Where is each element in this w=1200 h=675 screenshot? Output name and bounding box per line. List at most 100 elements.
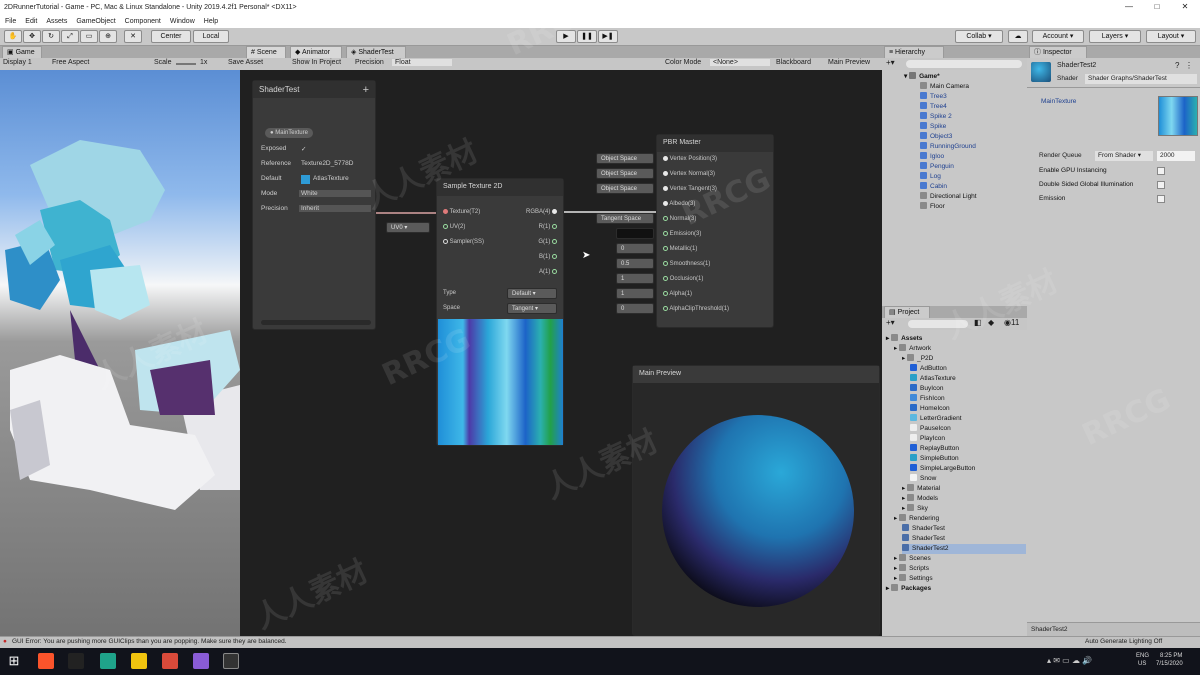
- hierarchy-item[interactable]: Main Camera: [920, 82, 969, 92]
- project-folder[interactable]: ▸ Scenes: [894, 554, 931, 564]
- output-port-rgba[interactable]: RGBA(4): [526, 209, 557, 215]
- texture-slot[interactable]: [1158, 96, 1198, 136]
- master-input-port[interactable]: Vertex Normal(3): [663, 171, 715, 177]
- pbr-master-node[interactable]: PBR Master Vertex Position(3) Vertex Nor…: [656, 134, 774, 328]
- tab-game[interactable]: ▣ Game: [2, 46, 42, 58]
- shader-dropdown[interactable]: Shader Graphs/ShaderTest: [1085, 74, 1197, 84]
- menu-window[interactable]: Window: [170, 18, 195, 25]
- tab-scene[interactable]: # Scene: [246, 46, 286, 58]
- emission-color-field[interactable]: [616, 228, 654, 239]
- shader-graph-canvas[interactable]: ShaderTest + ● MainTexture Exposed ✓ Refe…: [240, 70, 882, 636]
- tab-animator[interactable]: ◆ Animator: [290, 46, 342, 58]
- rect-tool-icon[interactable]: ▭: [80, 30, 98, 43]
- pivot-center-toggle[interactable]: Center: [151, 30, 191, 43]
- option-checkbox[interactable]: [1157, 167, 1165, 175]
- menu-file[interactable]: File: [5, 18, 16, 25]
- project-asset[interactable]: SimpleLargeButton: [910, 464, 975, 474]
- label-icon[interactable]: ◆: [988, 318, 994, 327]
- maximize-button[interactable]: □: [1143, 0, 1171, 14]
- master-input-port[interactable]: Smoothness(1): [663, 261, 710, 267]
- output-port-b[interactable]: B(1): [539, 254, 557, 260]
- layers-dropdown[interactable]: Layers ▾: [1089, 30, 1141, 43]
- terminal-icon[interactable]: [68, 653, 84, 669]
- hierarchy-item[interactable]: Spike: [920, 122, 946, 132]
- hierarchy-item[interactable]: Tree4: [920, 102, 947, 112]
- add-property-icon[interactable]: +: [363, 84, 369, 96]
- snipping-tool-icon[interactable]: [162, 653, 178, 669]
- blackboard-scrollbar[interactable]: [261, 320, 371, 325]
- output-port-r[interactable]: R(1): [539, 224, 557, 230]
- tab-inspector[interactable]: ⓘ Inspector: [1029, 46, 1087, 58]
- master-input-port[interactable]: Vertex Position(3): [663, 156, 717, 162]
- filter-icon[interactable]: ◧: [974, 318, 982, 327]
- default-texture-field[interactable]: AtlasTexture: [313, 175, 349, 182]
- hierarchy-item[interactable]: Spike 2: [920, 112, 952, 122]
- visual-studio-icon[interactable]: [193, 653, 209, 669]
- language-indicator[interactable]: ENG: [1136, 653, 1149, 659]
- clock-time[interactable]: 8:25 PM: [1160, 653, 1182, 659]
- account-dropdown[interactable]: Account ▾: [1032, 30, 1084, 43]
- hierarchy-item[interactable]: RunningGround: [920, 142, 976, 152]
- precision-setting-dropdown[interactable]: Inherit: [299, 205, 371, 212]
- master-input-port[interactable]: Vertex Tangent(3): [663, 186, 717, 192]
- minimize-button[interactable]: —: [1115, 0, 1143, 14]
- menu-edit[interactable]: Edit: [25, 18, 37, 25]
- project-asset[interactable]: ShaderTest2: [902, 544, 1026, 554]
- game-viewport[interactable]: [0, 70, 240, 636]
- pause-button[interactable]: ❚❚: [577, 30, 597, 43]
- display-dropdown[interactable]: Display 1: [3, 59, 32, 66]
- hierarchy-item[interactable]: Floor: [920, 202, 945, 212]
- project-search-input[interactable]: [908, 320, 968, 328]
- hierarchy-item[interactable]: Igloo: [920, 152, 944, 162]
- project-folder[interactable]: ▸ Scripts: [894, 564, 929, 574]
- master-input-field[interactable]: Tangent Space: [596, 213, 654, 224]
- hierarchy-item[interactable]: Directional Light: [920, 192, 977, 202]
- master-input-port[interactable]: Alpha(1): [663, 291, 692, 297]
- render-queue-input[interactable]: 2000: [1157, 151, 1195, 161]
- sample-texture-2d-node[interactable]: Sample Texture 2D Texture(T2) UV(2) Samp…: [436, 178, 564, 446]
- pivot-local-toggle[interactable]: Local: [193, 30, 229, 43]
- layout-dropdown[interactable]: Layout ▾: [1146, 30, 1196, 43]
- cloud-icon[interactable]: ☁: [1008, 30, 1028, 43]
- menu-component[interactable]: Component: [125, 18, 161, 25]
- brave-browser-icon[interactable]: [38, 653, 54, 669]
- custom-tool-icon[interactable]: ✕: [124, 30, 142, 43]
- master-input-field[interactable]: 1: [616, 288, 654, 299]
- hidden-count-icon[interactable]: ◉11: [1004, 318, 1019, 327]
- project-asset[interactable]: Snow: [910, 474, 936, 484]
- step-button[interactable]: ▶❚: [598, 30, 618, 43]
- master-input-field[interactable]: 0.5: [616, 258, 654, 269]
- unity-hub-icon[interactable]: [100, 653, 116, 669]
- aspect-dropdown[interactable]: Free Aspect: [52, 59, 89, 66]
- hierarchy-item[interactable]: Cabin: [920, 182, 947, 192]
- transform-tool-icon[interactable]: ⊕: [99, 30, 117, 43]
- rotate-tool-icon[interactable]: ↻: [42, 30, 60, 43]
- output-port-a[interactable]: A(1): [539, 269, 557, 275]
- project-folder[interactable]: ▸ Artwork: [894, 344, 931, 354]
- hierarchy-item[interactable]: Object3: [920, 132, 952, 142]
- project-asset[interactable]: ShaderTest: [902, 524, 945, 534]
- type-dropdown[interactable]: Default ▾: [507, 288, 557, 299]
- create-icon[interactable]: +▾: [886, 58, 895, 67]
- hand-tool-icon[interactable]: ✋: [4, 30, 22, 43]
- project-asset[interactable]: AtlasTexture: [910, 374, 956, 384]
- scene-root[interactable]: ▾ Game*: [904, 72, 940, 82]
- scale-slider[interactable]: [176, 63, 196, 65]
- project-asset[interactable]: FishIcon: [910, 394, 945, 404]
- master-input-field[interactable]: 1: [616, 273, 654, 284]
- master-input-port[interactable]: Metallic(1): [663, 246, 697, 252]
- hierarchy-item[interactable]: Penguin: [920, 162, 954, 172]
- option-checkbox[interactable]: [1157, 181, 1165, 189]
- collab-dropdown[interactable]: Collab ▾: [955, 30, 1003, 43]
- file-explorer-icon[interactable]: [131, 653, 147, 669]
- master-input-port[interactable]: AlphaClipThreshold(1): [663, 306, 729, 312]
- render-queue-dropdown[interactable]: From Shader ▾: [1095, 151, 1153, 161]
- project-folder[interactable]: ▸ Packages: [886, 584, 931, 594]
- play-button[interactable]: ▶: [556, 30, 576, 43]
- hierarchy-search-input[interactable]: [906, 60, 1022, 68]
- project-folder[interactable]: ▸ Models: [902, 494, 938, 504]
- project-folder[interactable]: ▸ Sky: [902, 504, 928, 514]
- tab-project[interactable]: ▤ Project: [884, 306, 930, 318]
- project-folder[interactable]: ▸ Assets: [886, 334, 922, 344]
- uv-input-dropdown[interactable]: UV0 ▾: [386, 222, 430, 233]
